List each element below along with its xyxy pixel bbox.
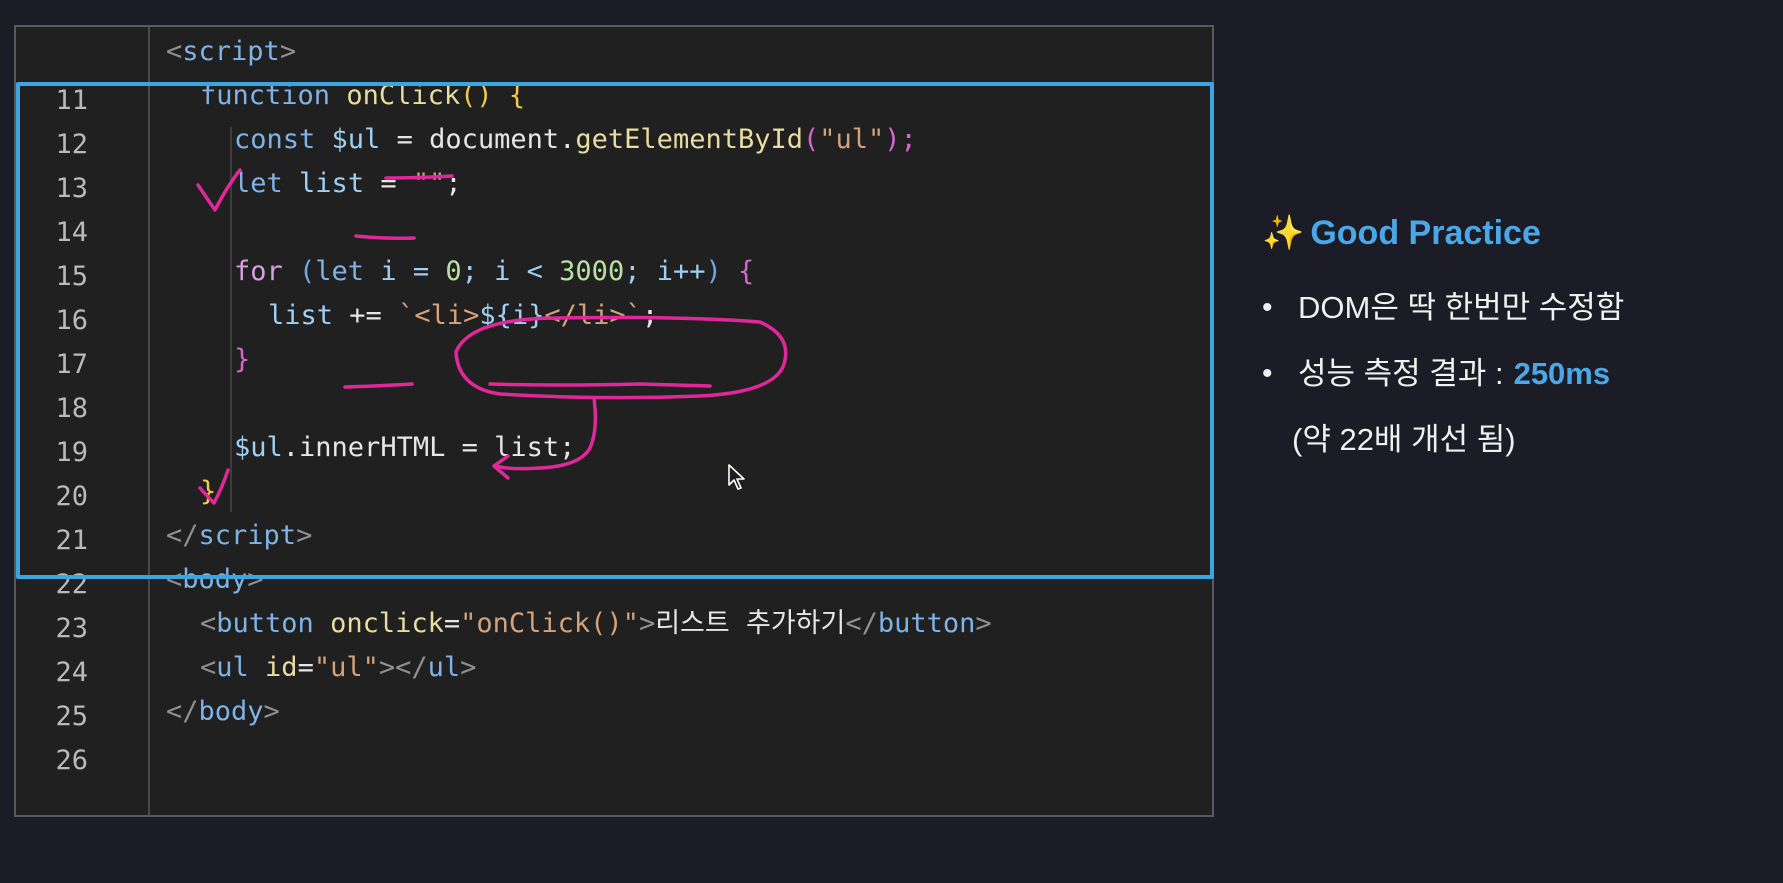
- code-line-25: 25 <ul id="ul"></ul>: [16, 643, 1212, 732]
- code-line-11: 11 <script>: [16, 27, 1212, 116]
- panel-title: ✨ Good Practice: [1262, 205, 1762, 261]
- code-line-23: 23 <body>: [16, 555, 1212, 644]
- bullet-item: • 성능 측정 결과 : 250ms: [1262, 341, 1762, 407]
- metric-value: 250ms: [1513, 356, 1611, 391]
- bullet-text: 성능 측정 결과 :: [1298, 356, 1504, 391]
- code-line-19: 19: [16, 379, 1212, 468]
- code-line-24: 24 <button onclick="onClick()">리스트 추가하기<…: [16, 599, 1212, 688]
- code-line-15: 15: [16, 203, 1212, 292]
- code-editor: 11 <script> 12 function onClick() { 13 c…: [14, 25, 1214, 817]
- title-text: Good Practice: [1310, 213, 1541, 252]
- code-line-21: 21 }: [16, 467, 1212, 556]
- line-number: 26: [55, 745, 88, 776]
- bullet-item: • DOM은 딱 한번만 수정함: [1262, 275, 1762, 341]
- info-panel: ✨ Good Practice • DOM은 딱 한번만 수정함 • 성능 측정…: [1262, 205, 1762, 473]
- code-line-13: 13 const $ul = document.getElementById("…: [16, 115, 1212, 204]
- bullet-text: DOM은 딱 한번만 수정함: [1298, 290, 1625, 325]
- code-line-22: 22 </script>: [16, 511, 1212, 600]
- bullet-list: • DOM은 딱 한번만 수정함 • 성능 측정 결과 : 250ms (약 2…: [1262, 275, 1762, 473]
- code-line-26: 26 </body>: [16, 687, 1212, 776]
- code-line-18: 18 }: [16, 335, 1212, 424]
- code-line-17: 17 list += `<li>${i}</li>`;: [16, 291, 1212, 380]
- mouse-cursor-icon: [728, 464, 745, 490]
- bullet-subnote: (약 22배 개선 됨): [1292, 422, 1516, 457]
- code-line-20: 20 $ul.innerHTML = list;: [16, 423, 1212, 512]
- sparkles-icon: ✨: [1262, 214, 1305, 252]
- bullet-dot-icon: •: [1262, 357, 1273, 390]
- bullet-dot-icon: •: [1262, 291, 1273, 324]
- code-line-12: 12 function onClick() {: [16, 71, 1212, 160]
- code-line-16: 16 for (let i = 0; i < 3000; i++) {: [16, 247, 1212, 336]
- code-line-14: 14 let list = "";: [16, 159, 1212, 248]
